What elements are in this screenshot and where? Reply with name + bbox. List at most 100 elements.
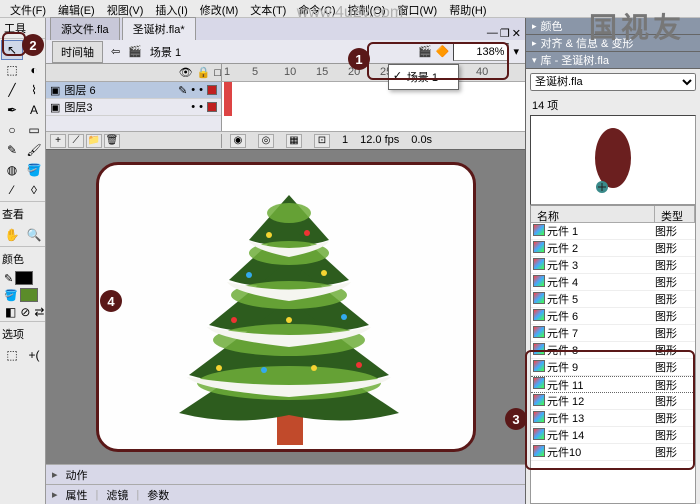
col-name[interactable]: 名称	[531, 206, 655, 222]
no-color[interactable]: ⊘	[19, 305, 31, 319]
onion-skin-icon[interactable]: ◉	[230, 134, 246, 148]
frames-area[interactable]	[222, 82, 525, 131]
paint-bucket-tool[interactable]: 🪣	[23, 160, 45, 180]
close-doc-icon[interactable]: ✕	[512, 27, 521, 40]
oval-tool[interactable]: ○	[1, 120, 23, 140]
eyedropper-tool[interactable]: ⁄	[1, 180, 23, 200]
line-tool[interactable]: ╱	[1, 80, 23, 100]
layer-row[interactable]: ▣ 图层 6 ✎ • •	[46, 82, 221, 99]
doc-tab-source[interactable]: 源文件.fla	[50, 17, 120, 40]
rectangle-tool[interactable]: ▭	[23, 120, 45, 140]
snap-option[interactable]: ⬚	[1, 345, 23, 365]
library-item[interactable]: 元件 7图形	[531, 325, 695, 342]
library-item[interactable]: 元件 9图形	[531, 359, 695, 376]
edit-multi-icon[interactable]: ▦	[286, 134, 302, 148]
properties-panel[interactable]: ▸ 属性 | 滤镜 | 参数	[46, 484, 525, 504]
library-item[interactable]: 元件 8图形	[531, 342, 695, 359]
ink-bottle-tool[interactable]: ◍	[1, 160, 23, 180]
menu-insert[interactable]: 插入(I)	[149, 2, 193, 15]
menu-file[interactable]: 文件(F)	[4, 2, 52, 15]
hand-tool[interactable]: ✋	[1, 225, 23, 245]
outline-icon[interactable]: □	[214, 67, 221, 79]
onion-outline-icon[interactable]: ◎	[258, 134, 274, 148]
parameters-tab[interactable]: 参数	[147, 487, 169, 503]
timeline-toggle[interactable]: 时间轴	[52, 41, 103, 63]
default-colors[interactable]: ◧	[4, 305, 17, 319]
minimize-doc-icon[interactable]: —	[487, 27, 498, 40]
add-folder-button[interactable]: 📁	[86, 134, 102, 148]
zoom-tool[interactable]: 🔍	[23, 225, 45, 245]
eye-icon[interactable]: 👁	[179, 66, 193, 79]
menu-window[interactable]: 窗口(W)	[392, 2, 444, 15]
actions-panel[interactable]: ▸动作	[46, 464, 525, 484]
frame-ruler[interactable]: 1 5 10 15 20 25 30 35 40	[222, 64, 525, 81]
align-panel-header[interactable]: ▸对齐 & 信息 & 变形	[526, 35, 700, 52]
scene-dropdown-item[interactable]: 场景 1	[391, 67, 456, 87]
menu-commands[interactable]: 命令(C)	[292, 2, 341, 15]
library-file-select[interactable]: 圣诞树.fla	[530, 73, 696, 91]
swap-colors[interactable]: ⇄	[33, 305, 45, 319]
library-item[interactable]: 元件 14图形	[531, 427, 695, 444]
menu-text[interactable]: 文本(T)	[244, 2, 292, 15]
col-type[interactable]: 类型	[655, 206, 695, 222]
menu-edit[interactable]: 编辑(E)	[52, 2, 101, 15]
menu-control[interactable]: 控制(O)	[342, 2, 392, 15]
library-panel-header[interactable]: ▾库 - 圣诞树.fla	[526, 52, 700, 69]
playhead[interactable]	[224, 82, 232, 116]
library-item[interactable]: 元件 4图形	[531, 274, 695, 291]
pencil-tool[interactable]: ✎	[1, 140, 23, 160]
lock-icon[interactable]: 🔒	[197, 66, 211, 79]
smooth-option[interactable]: +(	[23, 345, 45, 365]
brush-tool[interactable]: 🖌	[23, 140, 45, 160]
symbol-icon	[533, 258, 545, 270]
library-item[interactable]: 元件 6图形	[531, 308, 695, 325]
callout-2: 2	[22, 34, 44, 56]
menu-view[interactable]: 视图(V)	[101, 2, 150, 15]
christmas-tree-artwork	[99, 165, 479, 455]
gradient-tool[interactable]: ◐	[23, 60, 45, 80]
doc-tab-tree[interactable]: 圣诞树.fla*	[122, 17, 196, 40]
lasso-tool[interactable]: ⌇	[23, 80, 45, 100]
add-layer-button[interactable]: +	[50, 134, 66, 148]
add-guide-button[interactable]: ⟋	[68, 134, 84, 148]
restore-doc-icon[interactable]: ❐	[500, 27, 510, 40]
layer-visible[interactable]: •	[191, 84, 195, 96]
library-item[interactable]: 元件 3图形	[531, 257, 695, 274]
library-item[interactable]: 元件 1图形	[531, 223, 695, 240]
zoom-dropdown-icon[interactable]: ▾	[513, 45, 519, 58]
edit-scene-icon[interactable]: 🎬	[418, 45, 432, 58]
edit-symbols-icon[interactable]: 🔶	[436, 45, 450, 58]
center-frame-icon[interactable]: ⊡	[314, 134, 330, 148]
color-panel-header[interactable]: ▸颜色	[526, 18, 700, 35]
pen-tool[interactable]: ✒	[1, 100, 23, 120]
stage[interactable]	[96, 162, 476, 452]
library-item[interactable]: 元件 12图形	[531, 393, 695, 410]
delete-layer-button[interactable]: 🗑	[104, 134, 120, 148]
menu-help[interactable]: 帮助(H)	[443, 2, 492, 15]
free-transform-tool[interactable]: ⬚	[1, 60, 23, 80]
zoom-input[interactable]	[453, 43, 509, 61]
properties-tab[interactable]: 属性	[66, 487, 88, 503]
item-name: 元件 3	[547, 257, 655, 273]
layer-lock[interactable]: •	[199, 84, 203, 96]
layer-color[interactable]	[207, 102, 217, 112]
library-item[interactable]: 元件 2图形	[531, 240, 695, 257]
library-item[interactable]: 元件10图形	[531, 444, 695, 461]
item-name: 元件 11	[547, 377, 655, 393]
scene-name[interactable]: 场景 1	[150, 44, 181, 60]
library-item[interactable]: 元件 11图形	[531, 376, 695, 393]
layer-visible[interactable]: •	[191, 101, 195, 113]
layer-lock[interactable]: •	[199, 101, 203, 113]
stroke-color[interactable]	[15, 271, 33, 285]
library-item[interactable]: 元件 5图形	[531, 291, 695, 308]
selection-tool[interactable]: ↖	[1, 40, 23, 60]
back-icon[interactable]: ⇦	[111, 45, 120, 58]
text-tool[interactable]: A	[23, 100, 45, 120]
filters-tab[interactable]: 滤镜	[106, 487, 128, 503]
eraser-tool[interactable]: ◊	[23, 180, 45, 200]
fill-color[interactable]	[20, 288, 38, 302]
layer-color[interactable]	[207, 85, 217, 95]
layer-row[interactable]: ▣ 图层3 • •	[46, 99, 221, 116]
library-item[interactable]: 元件 13图形	[531, 410, 695, 427]
menu-modify[interactable]: 修改(M)	[194, 2, 245, 15]
